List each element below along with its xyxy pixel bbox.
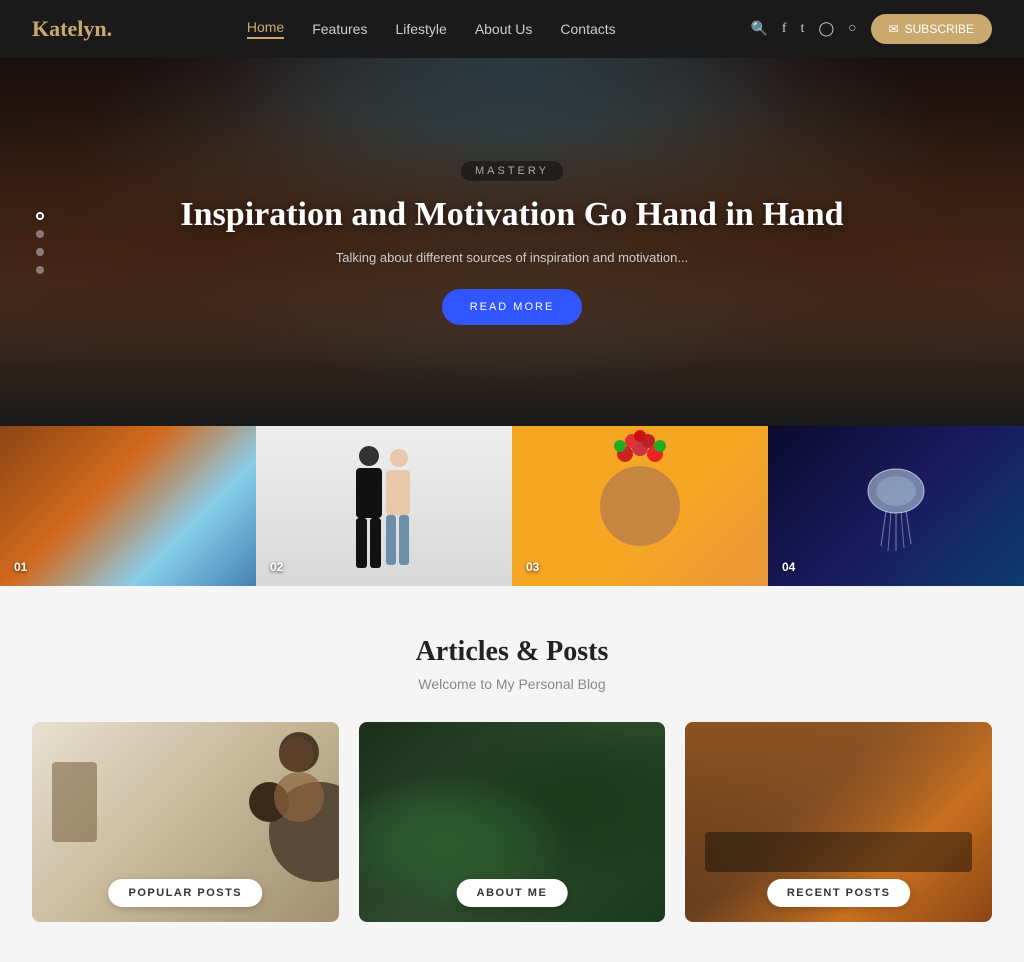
slider-dots [36,212,44,274]
hero-subtitle: Talking about different sources of inspi… [180,250,843,265]
article-card-popular[interactable]: POPULAR POSTS [32,722,339,922]
hero-tag: MASTERY [461,161,563,181]
main-nav: Home Features Lifestyle About Us Contact… [247,19,616,39]
grid-num-2: 02 [270,560,283,574]
logo-dot: . [107,16,113,41]
image-grid: 01 02 [0,426,1024,586]
slider-dot-1[interactable] [36,212,44,220]
grid-num-1: 01 [14,560,27,574]
dribbble-icon[interactable]: ○ [848,21,856,37]
slider-dot-2[interactable] [36,230,44,238]
grid-item-3[interactable]: 03 [512,426,768,586]
hero-title: Inspiration and Motivation Go Hand in Ha… [180,195,843,236]
subscribe-button[interactable]: ✉ SUBSCRIBE [871,14,992,44]
grid-item-4[interactable]: 04 [768,426,1024,586]
articles-section: Articles & Posts Welcome to My Personal … [0,586,1024,962]
header-actions: 🔍 f t ◯ ○ ✉ SUBSCRIBE [750,14,992,44]
articles-header: Articles & Posts Welcome to My Personal … [32,636,992,692]
search-icon[interactable]: 🔍 [750,21,767,38]
articles-grid: POPULAR POSTS ABOUT ME RECENT POSTS [32,722,992,922]
nav-lifestyle[interactable]: Lifestyle [395,21,446,37]
grid-item-1[interactable]: 01 [0,426,256,586]
subscribe-icon: ✉ [889,22,899,36]
articles-title: Articles & Posts [32,636,992,668]
slider-dot-3[interactable] [36,248,44,256]
hero-content: MASTERY Inspiration and Motivation Go Ha… [180,161,843,325]
card-label-about: ABOUT ME [457,879,568,907]
nav-about[interactable]: About Us [475,21,533,37]
nav-features[interactable]: Features [312,21,367,37]
twitter-icon[interactable]: t [801,21,805,37]
articles-subtitle: Welcome to My Personal Blog [32,676,992,692]
facebook-icon[interactable]: f [782,21,787,37]
article-card-about[interactable]: ABOUT ME [359,722,666,922]
grid-num-4: 04 [782,560,795,574]
header: Katelyn. Home Features Lifestyle About U… [0,0,1024,58]
nav-contacts[interactable]: Contacts [560,21,615,37]
article-card-recent[interactable]: RECENT POSTS [685,722,992,922]
instagram-icon[interactable]: ◯ [818,21,834,38]
logo[interactable]: Katelyn. [32,16,112,42]
grid-num-3: 03 [526,560,539,574]
hero-read-more-button[interactable]: READ MORE [442,289,583,325]
grid-item-2[interactable]: 02 [256,426,512,586]
card-label-recent: RECENT POSTS [767,879,911,907]
nav-home[interactable]: Home [247,19,284,39]
subscribe-label: SUBSCRIBE [905,22,974,36]
logo-text: Katelyn [32,16,107,41]
card-label-popular: POPULAR POSTS [109,879,263,907]
slider-dot-4[interactable] [36,266,44,274]
hero-section: MASTERY Inspiration and Motivation Go Ha… [0,58,1024,428]
